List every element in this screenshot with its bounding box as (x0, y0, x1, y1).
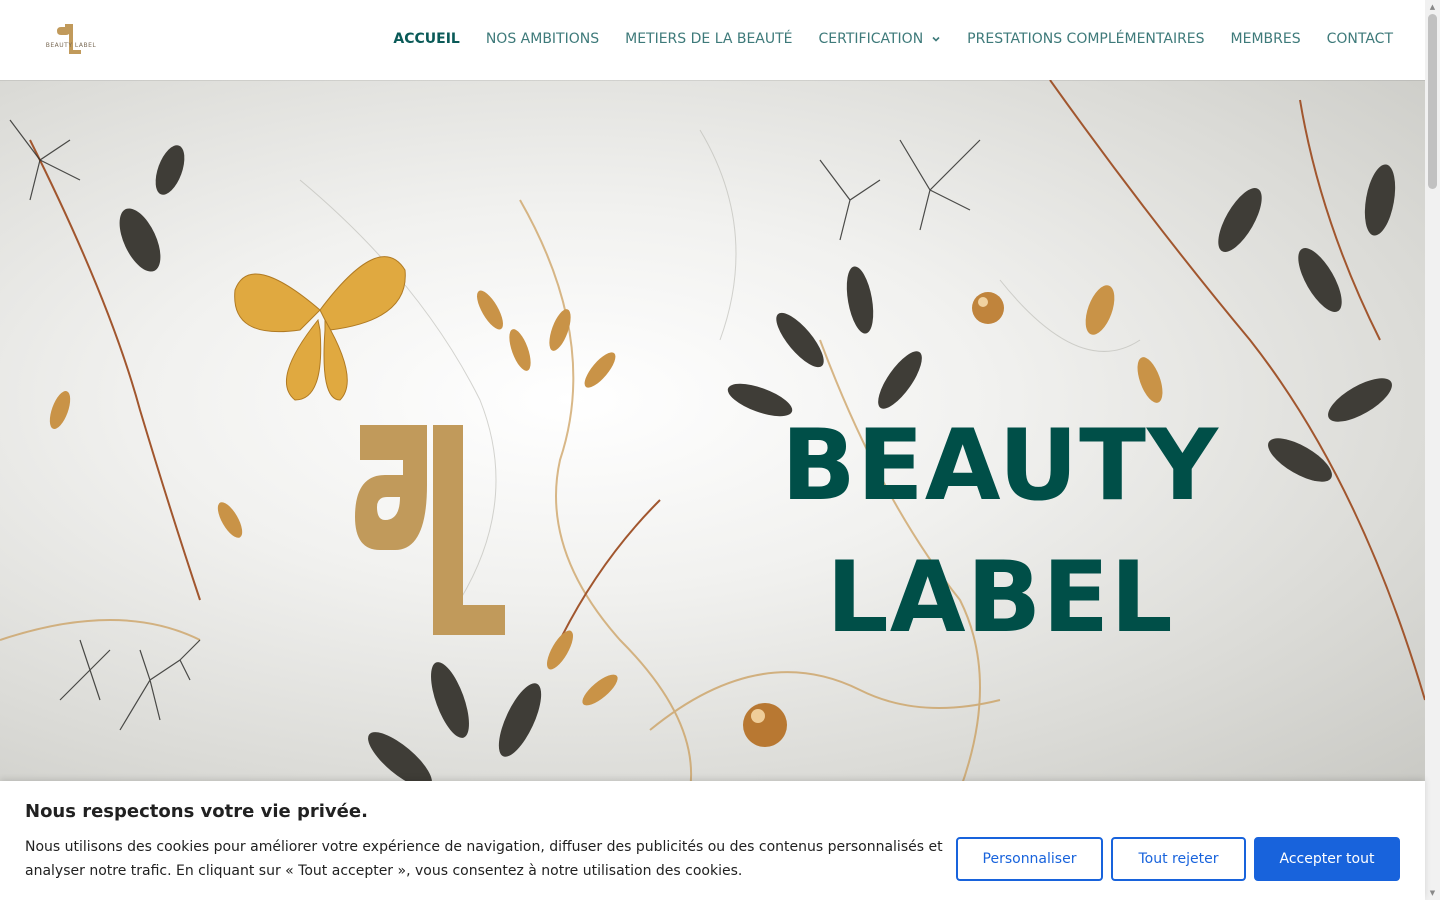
cookie-title: Nous respectons votre vie privée. (25, 801, 368, 822)
bl-monogram-graphic (355, 425, 505, 635)
nav-item-contact[interactable]: CONTACT (1327, 31, 1393, 47)
main-nav: ACCUEIL NOS AMBITIONS METIERS DE LA BEAU… (367, 31, 1393, 47)
site-header: BEAUTY LABEL ACCUEIL NOS AMBITIONS METIE… (0, 0, 1425, 80)
nav-item-certification-label: CERTIFICATION (818, 31, 924, 47)
page-scrollbar[interactable]: ▲ ▼ (1425, 0, 1440, 900)
site-logo[interactable]: BEAUTY LABEL (40, 22, 102, 58)
hero-title-line1: BEAUTY (781, 409, 1219, 523)
cookie-description: Nous utilisons des cookies pour améliore… (25, 839, 943, 879)
nav-item-prestations[interactable]: PRESTATIONS COMPLÉMENTAIRES (967, 31, 1204, 47)
nav-item-membres[interactable]: MEMBRES (1231, 31, 1301, 47)
scroll-up-arrow-icon[interactable]: ▲ (1428, 2, 1437, 12)
chevron-down-icon (932, 36, 940, 42)
nav-item-metiers[interactable]: METIERS DE LA BEAUTÉ (625, 31, 792, 47)
bl-logo-icon (57, 24, 81, 54)
nav-item-nos-ambitions[interactable]: NOS AMBITIONS (486, 31, 599, 47)
reject-all-button[interactable]: Tout rejeter (1111, 837, 1246, 881)
logo-wordmark: BEAUTY LABEL (45, 42, 97, 49)
hero-title-line2: LABEL (826, 541, 1174, 655)
cookie-consent-banner: Nous respectons votre vie privée. Nous u… (0, 781, 1425, 900)
nav-item-accueil[interactable]: ACCUEIL (393, 31, 459, 47)
accept-all-button[interactable]: Accepter tout (1254, 837, 1400, 881)
hero-title: BEAUTY LABEL (770, 400, 1230, 664)
hero-section: BEAUTY LABEL (0, 80, 1425, 790)
nav-item-certification[interactable]: CERTIFICATION (819, 31, 942, 47)
scroll-down-arrow-icon[interactable]: ▼ (1428, 888, 1437, 898)
scrollbar-thumb[interactable] (1428, 14, 1437, 189)
customize-button[interactable]: Personnaliser (956, 837, 1103, 881)
